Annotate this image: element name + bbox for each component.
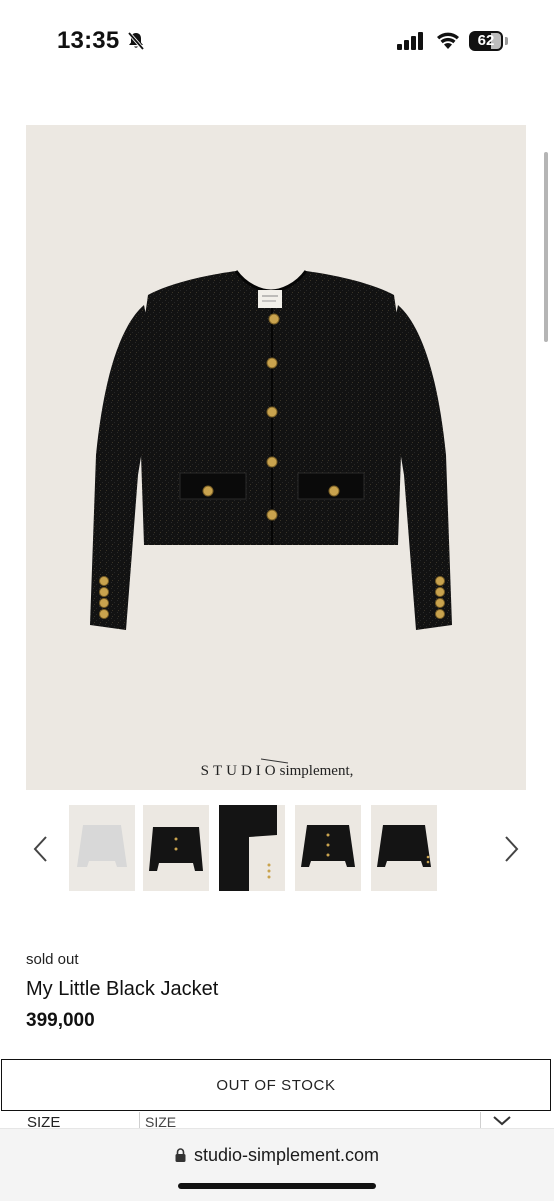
url-text: studio-simplement.com bbox=[193, 1145, 380, 1165]
browser-address-bar: studio-simplement.com bbox=[0, 1128, 554, 1201]
product-main-image[interactable] bbox=[26, 125, 526, 790]
scrollbar[interactable] bbox=[544, 152, 548, 342]
size-label: SIZE bbox=[27, 1114, 61, 1128]
jacket-illustration bbox=[90, 270, 452, 764]
chevron-left-icon[interactable] bbox=[30, 834, 52, 864]
product-price: 399,000 bbox=[26, 1010, 95, 1031]
size-select-value: SIZE bbox=[145, 1114, 177, 1128]
status-bar: 13:35 62 bbox=[0, 0, 554, 80]
thumbnail-3[interactable] bbox=[219, 805, 285, 891]
stock-status: sold out bbox=[26, 951, 79, 968]
chevron-right-icon[interactable] bbox=[500, 834, 522, 864]
size-select[interactable]: SIZE bbox=[140, 1112, 480, 1128]
thumbnail-2[interactable] bbox=[143, 805, 209, 891]
product-title: My Little Black Jacket bbox=[26, 978, 219, 1000]
out-of-stock-button[interactable]: OUT OF STOCK bbox=[1, 1059, 551, 1111]
bell-slash-icon bbox=[127, 31, 145, 51]
thumbnail-gallery bbox=[0, 800, 554, 900]
url-field[interactable]: studio-simplement.com bbox=[0, 1145, 554, 1166]
clock-time: 13:35 bbox=[57, 27, 120, 54]
thumbnail-4[interactable] bbox=[295, 805, 361, 891]
size-option-row: SIZE SIZE bbox=[0, 1112, 554, 1128]
thumbnail-5[interactable] bbox=[371, 805, 437, 891]
thumbnail-1[interactable] bbox=[69, 805, 135, 891]
chevron-down-icon[interactable] bbox=[492, 1115, 512, 1127]
lock-icon bbox=[175, 1148, 186, 1162]
wifi-icon bbox=[437, 32, 459, 49]
home-indicator[interactable] bbox=[178, 1183, 376, 1189]
cellular-signal-icon bbox=[397, 32, 423, 50]
brand-logo: STUDIOsimplement, bbox=[200, 763, 354, 779]
battery-percentage: 62 bbox=[477, 32, 495, 49]
battery-indicator: 62 bbox=[469, 31, 509, 51]
